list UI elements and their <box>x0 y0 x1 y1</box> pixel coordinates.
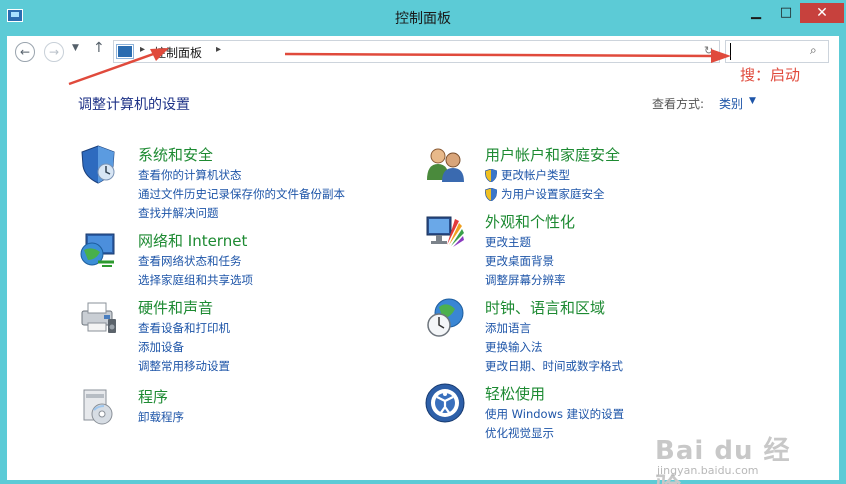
up-button[interactable]: ↑ <box>93 40 105 56</box>
link-homegroup-sharing[interactable]: 选择家庭组和共享选项 <box>138 271 253 290</box>
window-title: 控制面板 <box>395 11 451 27</box>
chevron-down-icon[interactable]: ▼ <box>749 96 756 106</box>
search-icon[interactable]: ⌕ <box>810 43 817 58</box>
search-box[interactable]: ⌕ <box>725 40 829 63</box>
refresh-icon[interactable]: ↻ <box>704 44 713 57</box>
link-add-device[interactable]: 添加设备 <box>138 338 230 357</box>
category-title[interactable]: 用户帐户和家庭安全 <box>485 144 620 165</box>
category-title[interactable]: 系统和安全 <box>138 144 213 165</box>
minimize-button[interactable]: ▁ <box>742 3 770 23</box>
category-title[interactable]: 硬件和声音 <box>138 297 213 318</box>
uac-shield-icon <box>485 188 497 201</box>
baidu-watermark: Bai du 经验 jingyan.baidu.com <box>655 430 815 484</box>
category-title[interactable]: 外观和个性化 <box>485 211 575 232</box>
annotation-search-note: 搜：启动 <box>740 66 801 84</box>
shield-icon <box>81 145 115 184</box>
link-label[interactable]: 为用户设置家庭安全 <box>501 187 605 201</box>
link-change-input-method[interactable]: 更换输入法 <box>485 338 623 357</box>
link-devices-printers[interactable]: 查看设备和打印机 <box>138 319 230 338</box>
close-button[interactable]: ✕ <box>800 3 844 23</box>
category-title[interactable]: 时钟、语言和区域 <box>485 297 605 318</box>
view-by-dropdown[interactable]: 类别 <box>719 95 743 112</box>
page-title: 调整计算机的设置 <box>78 97 190 113</box>
category-title[interactable]: 程序 <box>138 386 168 407</box>
back-button[interactable]: ← <box>15 42 35 62</box>
printer-icon <box>81 302 116 333</box>
link-view-computer-status[interactable]: 查看你的计算机状态 <box>138 166 345 185</box>
link-recommended-settings[interactable]: 使用 Windows 建议的设置 <box>485 405 624 424</box>
network-globe-icon <box>80 233 115 267</box>
breadcrumb-separator[interactable]: ▸ <box>140 44 145 55</box>
category-title[interactable]: 轻松使用 <box>485 383 545 404</box>
link-mobility-settings[interactable]: 调整常用移动设置 <box>138 357 230 376</box>
link-network-status[interactable]: 查看网络状态和任务 <box>138 252 253 271</box>
address-bar[interactable]: ▸ 控制面板 ▸ ↻ <box>113 40 720 63</box>
monitor-palette-icon <box>426 216 464 247</box>
link-uninstall-program[interactable]: 卸载程序 <box>138 408 184 427</box>
link-label[interactable]: 更改帐户类型 <box>501 168 570 182</box>
link-optimize-visual-display[interactable]: 优化视觉显示 <box>485 424 624 443</box>
watermark-url: jingyan.baidu.com <box>657 464 759 477</box>
link-family-safety[interactable]: 为用户设置家庭安全 <box>485 185 605 204</box>
link-file-history-backup[interactable]: 通过文件历史记录保存你的文件备份副本 <box>138 185 345 204</box>
maximize-button[interactable]: □ <box>772 3 800 23</box>
view-by-label: 查看方式: <box>652 97 705 111</box>
breadcrumb-separator[interactable]: ▸ <box>216 44 221 55</box>
forward-button[interactable]: → <box>44 42 64 62</box>
users-icon <box>427 148 464 182</box>
link-desktop-background[interactable]: 更改桌面背景 <box>485 252 566 271</box>
breadcrumb-control-panel[interactable]: 控制面板 <box>154 44 202 61</box>
link-add-language[interactable]: 添加语言 <box>485 319 623 338</box>
program-disc-icon <box>83 389 113 425</box>
recent-locations-dropdown[interactable]: ▼ <box>72 43 79 53</box>
search-input[interactable] <box>730 43 808 60</box>
link-troubleshoot[interactable]: 查找并解决问题 <box>138 204 345 223</box>
link-screen-resolution[interactable]: 调整屏幕分辨率 <box>485 271 566 290</box>
navigation-bar: ← → ▼ ↑ ▸ 控制面板 ▸ ↻ ⌕ <box>7 36 839 66</box>
category-title[interactable]: 网络和 Internet <box>138 230 247 251</box>
link-date-time-format[interactable]: 更改日期、时间或数字格式 <box>485 357 623 376</box>
control-panel-icon <box>116 44 134 59</box>
link-change-account-type[interactable]: 更改帐户类型 <box>485 166 605 185</box>
control-panel-window: ← → ▼ ↑ ▸ 控制面板 ▸ ↻ ⌕ 搜：启动 调整计算机的设置 查看方式:… <box>7 36 839 484</box>
uac-shield-icon <box>485 169 497 182</box>
title-bar: 控制面板 ▁ □ ✕ <box>0 0 846 36</box>
link-change-theme[interactable]: 更改主题 <box>485 233 566 252</box>
ease-of-access-icon <box>425 383 465 423</box>
clock-globe-icon <box>427 298 464 337</box>
